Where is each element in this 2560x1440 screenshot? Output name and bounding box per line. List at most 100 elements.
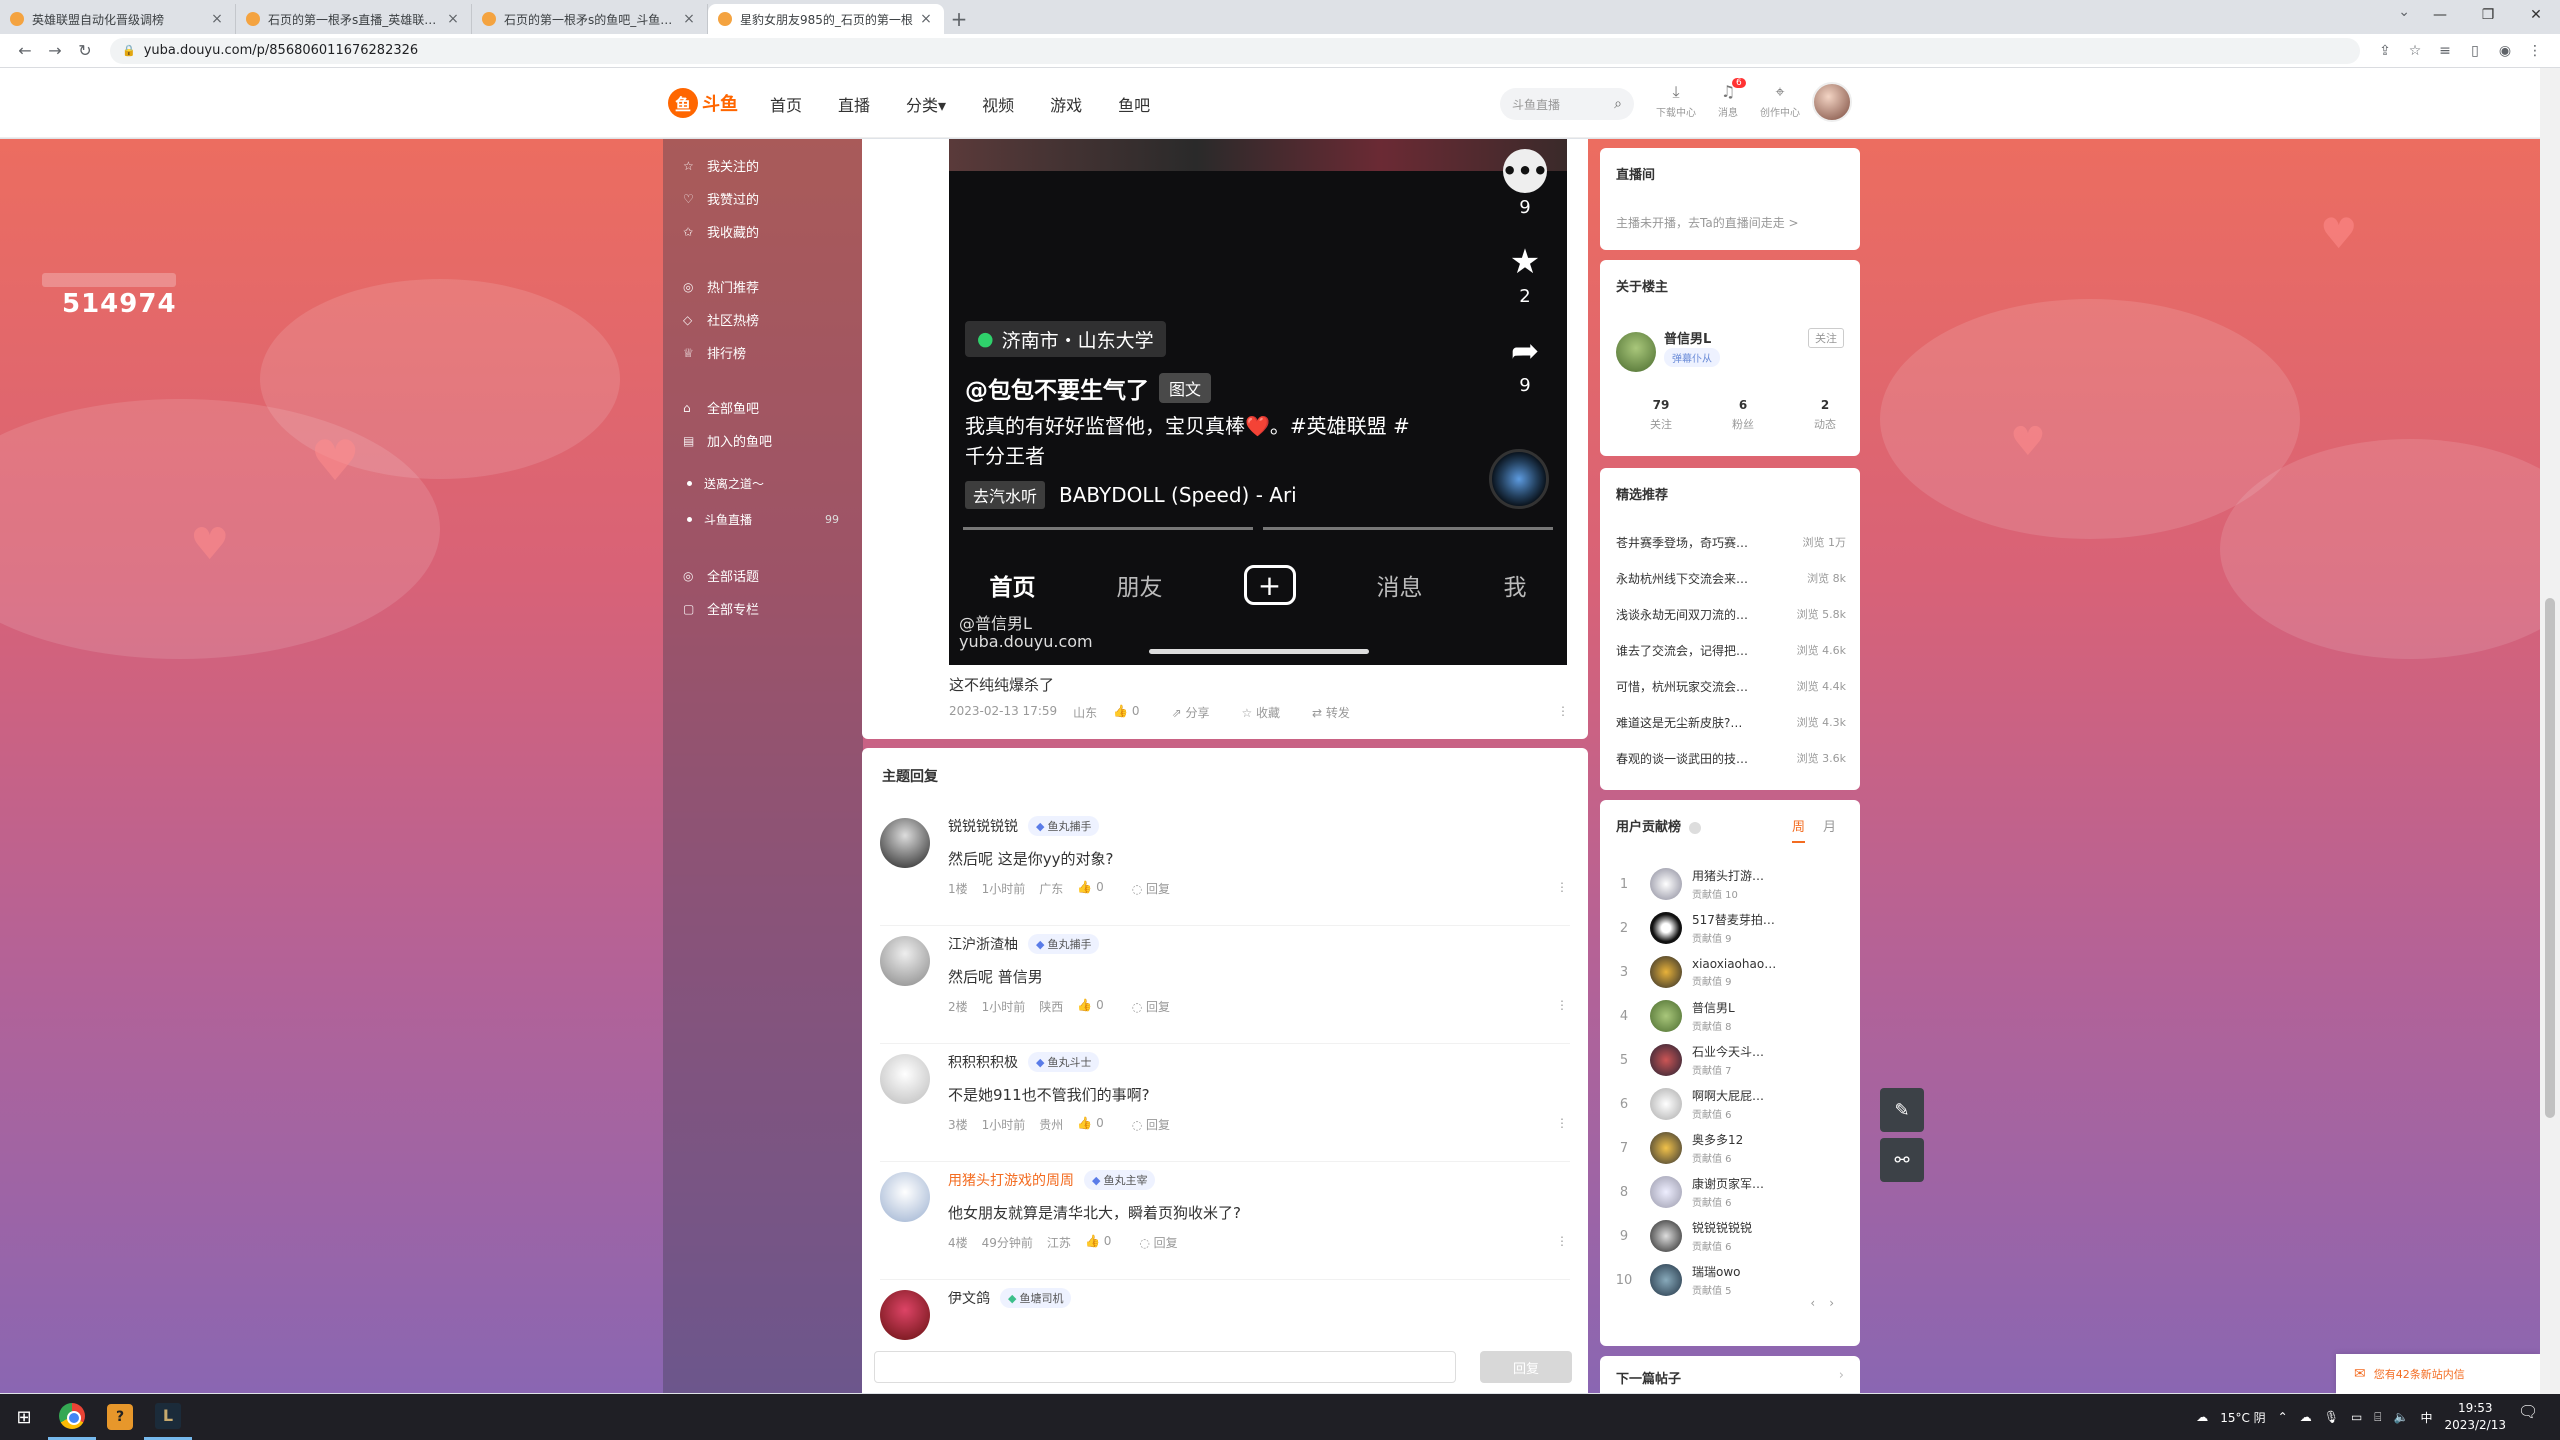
restore-icon[interactable]: ❐ — [2464, 0, 2512, 30]
reply-username[interactable]: 伊文鸽 — [948, 1288, 990, 1308]
close-tab-icon[interactable]: × — [918, 11, 934, 27]
browser-tab[interactable]: 石页的第一根矛s直播_英雄联盟直 × — [236, 4, 472, 34]
search-icon[interactable]: ⌕ — [1614, 96, 1622, 112]
messages-button[interactable]: ♫ 6 消息 — [1702, 78, 1754, 119]
message-notice[interactable]: ✉ 您有42条新站内信 — [2336, 1354, 2540, 1394]
profile-icon[interactable]: ◉ — [2490, 43, 2520, 59]
minimize-icon[interactable]: — — [2416, 0, 2464, 30]
browser-tab-active[interactable]: 星豹女朋友985的_石页的第一根 × — [708, 4, 944, 34]
featured-item[interactable]: 苍井赛季登场，奇巧赛… 浏览 1万 — [1616, 524, 1846, 560]
volume-icon[interactable]: 🔈 — [2394, 1410, 2409, 1424]
nav-yuba[interactable]: 鱼吧 — [1118, 92, 1150, 116]
download-center-button[interactable]: ⤓ 下载中心 — [1650, 82, 1702, 119]
sidebar-item-all-columns[interactable]: ▢ 全部专栏 — [663, 592, 863, 625]
collect-button[interactable]: ☆ 收藏 — [1241, 704, 1296, 721]
forward-icon[interactable]: → — [40, 41, 70, 60]
windows-start-icon[interactable]: ⊞ — [0, 1407, 48, 1428]
close-tab-icon[interactable]: × — [445, 11, 461, 27]
network-icon[interactable]: ⌸ — [2374, 1410, 2381, 1425]
new-tab-icon[interactable]: + — [944, 4, 974, 34]
bookmark-star-icon[interactable]: ☆ — [2400, 43, 2430, 59]
user-avatar[interactable] — [1812, 82, 1852, 122]
ranking-row[interactable]: 7 奥多多12 贡献值 6 — [1612, 1126, 1848, 1170]
stat-posts[interactable]: 2 动态 — [1784, 398, 1866, 432]
ranking-row[interactable]: 6 啊啊大屁屁… 贡献值 6 — [1612, 1082, 1848, 1126]
stat-fans[interactable]: 6 粉丝 — [1702, 398, 1784, 432]
reply-input[interactable] — [874, 1351, 1456, 1383]
share-page-icon[interactable]: ⇪ — [2370, 43, 2400, 59]
ranking-row[interactable]: 1 用猪头打游… 贡献值 10 — [1612, 862, 1848, 906]
reply-submit-button[interactable]: 回复 — [1480, 1351, 1572, 1383]
ranking-row[interactable]: 5 石业今天斗… 贡献值 7 — [1612, 1038, 1848, 1082]
creator-center-button[interactable]: ⌖ 创作中心 — [1754, 82, 1806, 119]
write-post-button[interactable]: ✎ — [1880, 1088, 1924, 1132]
sidebar-item-hot[interactable]: ◎ 热门推荐 — [663, 270, 863, 303]
reply-button[interactable]: ◌ 回复 — [1132, 1116, 1184, 1133]
tab-week[interactable]: 周 — [1791, 816, 1805, 843]
live-room-link[interactable]: 主播未开播，去Ta的直播间走走 > — [1616, 214, 1799, 231]
nav-game[interactable]: 游戏 — [1050, 92, 1082, 116]
nav-category[interactable]: 分类▾ — [906, 92, 946, 116]
reply-avatar[interactable] — [880, 1290, 930, 1340]
info-icon[interactable] — [1689, 821, 1702, 834]
reply-button[interactable]: ◌ 回复 — [1132, 880, 1184, 897]
reply-avatar[interactable] — [880, 1172, 930, 1222]
featured-item[interactable]: 春观的谈一谈武田的技… 浏览 3.6k — [1616, 740, 1846, 776]
tab-month[interactable]: 月 — [1823, 816, 1836, 843]
reply-username[interactable]: 江沪浙渣柚 — [948, 934, 1018, 954]
sidebar-sub-item[interactable]: 斗鱼直播 99 — [663, 501, 863, 537]
close-tab-icon[interactable]: × — [681, 11, 697, 27]
more-icon[interactable]: ⋮ — [1556, 998, 1568, 1015]
more-icon[interactable]: ⋮ — [1557, 704, 1569, 721]
reading-list-icon[interactable]: ≡ — [2430, 43, 2460, 59]
chevron-right-icon[interactable]: › — [1829, 1296, 1834, 1310]
ranking-row[interactable]: 9 锐锐锐锐锐 贡献值 6 — [1612, 1214, 1848, 1258]
reload-icon[interactable]: ↻ — [70, 41, 100, 60]
nav-live[interactable]: 直播 — [838, 92, 870, 116]
sidebar-sub-item[interactable]: 送离之道〜 — [663, 465, 863, 501]
more-icon[interactable]: ⋮ — [1556, 1116, 1568, 1133]
reply-username[interactable]: 积积积积极 — [948, 1052, 1018, 1072]
menu-icon[interactable]: ⋮ — [2520, 43, 2550, 59]
nav-home[interactable]: 首页 — [770, 92, 802, 116]
featured-item[interactable]: 永劫杭州线下交流会来… 浏览 8k — [1616, 560, 1846, 596]
sidebar-item-all-yuba[interactable]: ⌂ 全部鱼吧 — [663, 391, 863, 424]
side-panel-icon[interactable]: ▯ — [2460, 43, 2490, 59]
sidebar-item-following[interactable]: ☆ 我关注的 — [663, 149, 863, 182]
reply-like-button[interactable]: 👍 0 — [1077, 880, 1117, 897]
browser-tab[interactable]: 英雄联盟自动化晋级调榜 × — [0, 4, 236, 34]
share-float-button[interactable]: ⚯ — [1880, 1138, 1924, 1182]
chevron-left-icon[interactable]: ‹ — [1810, 1296, 1815, 1310]
reply-username[interactable]: 用猪头打游戏的周周 — [948, 1170, 1074, 1190]
next-post-link[interactable]: 下一篇帖子 › — [1600, 1356, 1860, 1393]
author-avatar[interactable] — [1616, 332, 1656, 372]
featured-item[interactable]: 可惜，杭州玩家交流会… 浏览 4.4k — [1616, 668, 1846, 704]
notification-icon[interactable]: 🗨 — [2518, 1402, 2548, 1432]
browser-tab[interactable]: 石页的第一根矛s的鱼吧_斗鱼鱼吧 × — [472, 4, 708, 34]
site-search-input[interactable]: 斗鱼直播 ⌕ — [1500, 88, 1634, 120]
author-name[interactable]: 普信男L — [1664, 328, 1711, 347]
taskbar-app[interactable]: ? — [96, 1394, 144, 1440]
reply-like-button[interactable]: 👍 0 — [1077, 1116, 1117, 1133]
reply-username[interactable]: 锐锐锐锐锐 — [948, 816, 1018, 836]
reply-like-button[interactable]: 👍 0 — [1077, 998, 1117, 1015]
close-tab-icon[interactable]: × — [209, 11, 225, 27]
scrollbar-thumb[interactable] — [2545, 598, 2555, 1118]
ranking-row[interactable]: 4 普信男L 贡献值 8 — [1612, 994, 1848, 1038]
lock-icon[interactable]: 🔒 — [122, 44, 136, 57]
taskbar-chrome[interactable] — [48, 1394, 96, 1440]
reply-avatar[interactable] — [880, 1054, 930, 1104]
close-window-icon[interactable]: ✕ — [2512, 0, 2560, 30]
stat-following[interactable]: 79 关注 — [1620, 398, 1702, 432]
featured-item[interactable]: 难道这是无尘新皮肤?… 浏览 4.3k — [1616, 704, 1846, 740]
more-icon[interactable]: ⋮ — [1556, 1234, 1568, 1251]
tray-expand-icon[interactable]: ⌃ — [2278, 1410, 2288, 1424]
sidebar-item-liked[interactable]: ♡ 我赞过的 — [663, 182, 863, 215]
ranking-row[interactable]: 2 517替麦芽拍… 贡献值 9 — [1612, 906, 1848, 950]
taskbar-lol[interactable]: L — [144, 1394, 192, 1440]
page-scrollbar[interactable] — [2540, 68, 2560, 1394]
nav-video[interactable]: 视频 — [982, 92, 1014, 116]
forward-button[interactable]: ⇄ 转发 — [1312, 704, 1366, 721]
reply-avatar[interactable] — [880, 818, 930, 868]
douyu-logo[interactable]: 鱼斗鱼 — [668, 86, 748, 120]
